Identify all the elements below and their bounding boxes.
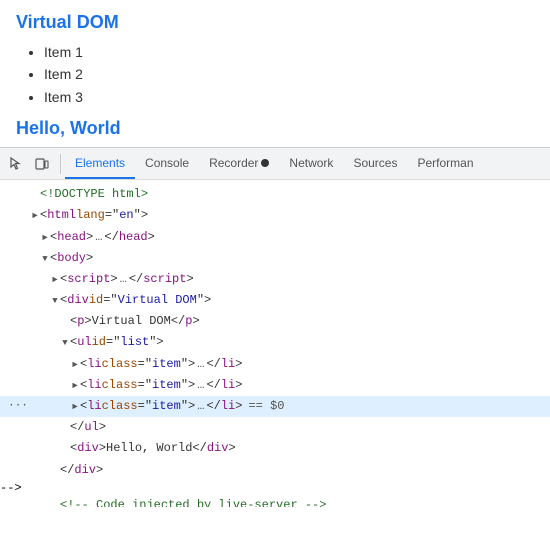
code-line-body-open: <body> <box>0 248 550 269</box>
tab-performance[interactable]: Performan <box>407 148 483 179</box>
gutter-dots: ··· <box>8 398 28 416</box>
tab-console[interactable]: Console <box>135 148 199 179</box>
code-line-li2: <li class="item"> … </li> <box>0 375 550 396</box>
list-item-2: Item 2 <box>44 63 534 85</box>
item-list: Item 1 Item 2 Item 3 <box>16 41 534 108</box>
li2-toggle[interactable] <box>70 376 80 395</box>
devtools-code-view[interactable]: <!DOCTYPE html> <html lang="en"> <head> … <box>0 180 550 507</box>
page-subtitle: Hello, World <box>16 118 534 139</box>
code-line-html: <html lang="en"> <box>0 205 550 226</box>
code-line-div-close: </div> <box>0 460 550 481</box>
toolbar-divider <box>60 154 61 174</box>
ul-toggle[interactable] <box>60 333 70 352</box>
tab-sources[interactable]: Sources <box>343 148 407 179</box>
tab-recorder[interactable]: Recorder <box>199 148 279 179</box>
list-item-3: Item 3 <box>44 86 534 108</box>
inspect-icon[interactable] <box>4 152 28 176</box>
script1-toggle[interactable] <box>50 270 60 289</box>
code-line-ul: <ul id="list"> <box>0 332 550 353</box>
body-toggle[interactable] <box>40 249 50 268</box>
div-virtual-toggle[interactable] <box>50 291 60 310</box>
device-icon[interactable] <box>30 152 54 176</box>
dollar0-label: == $0 <box>248 397 284 416</box>
page-title: Virtual DOM <box>16 12 534 33</box>
code-line-comment: <!-- Code injected by live-server --> <box>0 495 550 507</box>
li3-toggle[interactable] <box>70 397 80 416</box>
recorder-dot-icon <box>261 159 269 167</box>
devtools-panel: Elements Console Recorder Network Source… <box>0 147 550 507</box>
list-item-1: Item 1 <box>44 41 534 63</box>
code-line-div-virtual: <div id="Virtual DOM"> <box>0 290 550 311</box>
devtools-toolbar: Elements Console Recorder Network Source… <box>0 148 550 180</box>
code-line-head: <head> … </head> <box>0 227 550 248</box>
li1-toggle[interactable] <box>70 355 80 374</box>
code-line-script1: <script> … </script> <box>0 269 550 290</box>
code-line-doctype: <!DOCTYPE html> <box>0 184 550 205</box>
devtools-tabs: Elements Console Recorder Network Source… <box>65 148 484 179</box>
head-toggle[interactable] <box>40 228 50 247</box>
page-content: Virtual DOM Item 1 Item 2 Item 3 Hello, … <box>0 0 550 147</box>
tab-elements[interactable]: Elements <box>65 148 135 179</box>
code-line-p: <p>Virtual DOM</p> <box>0 311 550 332</box>
tab-network[interactable]: Network <box>279 148 343 179</box>
html-toggle[interactable] <box>30 206 40 225</box>
code-line-li3-selected[interactable]: ··· <li class="item"> … </li> == $0 <box>0 396 550 417</box>
code-line-div-hello: <div>Hello, World</div> <box>0 438 550 459</box>
code-line-ul-close: </ul> <box>0 417 550 438</box>
code-line-li1: <li class="item"> … </li> <box>0 354 550 375</box>
